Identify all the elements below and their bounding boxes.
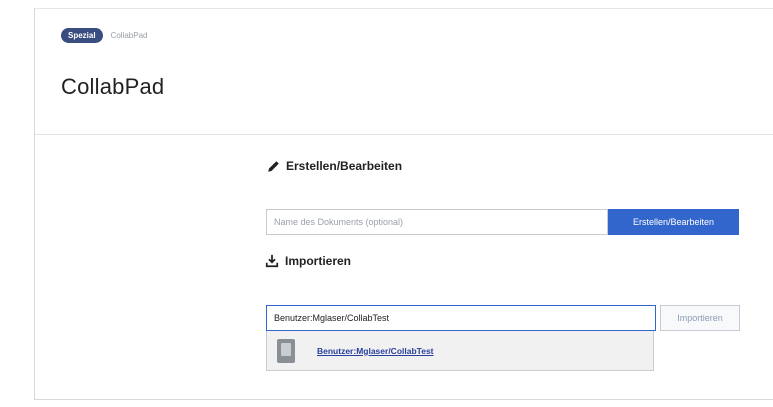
import-section-heading: Importieren	[265, 254, 351, 268]
suggestion-link[interactable]: Benutzer:Mglaser/CollabTest	[317, 346, 434, 356]
import-page-input[interactable]: Benutzer:Mglaser/CollabTest	[266, 305, 656, 331]
create-section-heading: Erstellen/Bearbeiten	[267, 159, 402, 173]
create-heading-label: Erstellen/Bearbeiten	[286, 159, 403, 173]
import-button[interactable]: Importieren	[660, 305, 740, 331]
special-badge[interactable]: Spezial	[61, 28, 103, 43]
import-input-value: Benutzer:Mglaser/CollabTest	[274, 313, 390, 323]
create-edit-button[interactable]: Erstellen/Bearbeiten	[608, 209, 739, 235]
breadcrumb: Spezial CollabPad	[61, 28, 148, 43]
breadcrumb-current: CollabPad	[110, 31, 148, 40]
page-frame: Spezial CollabPad CollabPad Erstellen/Be…	[34, 8, 773, 400]
document-name-placeholder: Name des Dokuments (optional)	[274, 217, 404, 227]
pencil-icon	[268, 160, 279, 172]
create-row: Name des Dokuments (optional) Erstellen/…	[266, 209, 739, 235]
download-icon	[265, 254, 279, 268]
suggestion-item[interactable]: Benutzer:Mglaser/CollabTest	[266, 331, 654, 371]
import-row: Benutzer:Mglaser/CollabTest Importieren	[266, 305, 740, 331]
import-heading-label: Importieren	[285, 254, 352, 268]
document-icon	[277, 338, 295, 363]
document-name-input[interactable]: Name des Dokuments (optional)	[266, 209, 608, 235]
page-title: CollabPad	[61, 74, 165, 99]
page-header: Spezial CollabPad CollabPad	[35, 9, 773, 135]
